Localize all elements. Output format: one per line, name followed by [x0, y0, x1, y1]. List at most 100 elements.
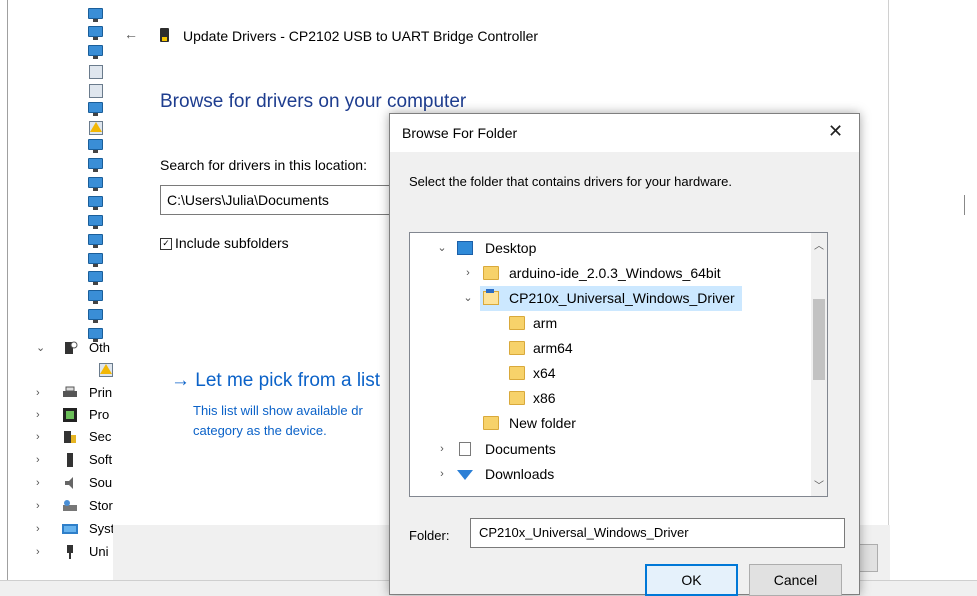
usb-icon — [62, 545, 78, 559]
network-adapter-icon[interactable] — [87, 177, 103, 191]
chevron-right-icon[interactable]: › — [36, 474, 46, 492]
pick-from-list-link[interactable]: → Let me pick from a list — [171, 370, 380, 392]
network-adapter-icon[interactable] — [87, 102, 103, 116]
tree-item-label: Documents — [485, 441, 556, 457]
usb-device-icon — [160, 28, 169, 42]
chevron-right-icon[interactable]: › — [436, 462, 448, 487]
network-adapter-icon[interactable] — [87, 26, 103, 40]
tree-item-x86[interactable]: x86 — [410, 386, 820, 411]
folder-icon — [483, 416, 499, 430]
tree-item-label: arm — [533, 315, 558, 331]
folder-icon — [483, 266, 499, 280]
folder-icon — [509, 391, 525, 405]
arrow-right-icon: → — [171, 370, 190, 391]
tree-item-cp210x[interactable]: CP210x_Universal_Windows_Driver — [480, 286, 742, 311]
chevron-right-icon[interactable]: › — [36, 406, 46, 424]
tree-item-arm[interactable]: arm — [410, 311, 820, 336]
folder-input[interactable]: CP210x_Universal_Windows_Driver — [470, 518, 845, 548]
tree-item-label: Desktop — [485, 240, 537, 256]
downloads-icon — [457, 470, 473, 480]
device-manager-border — [7, 0, 8, 580]
storage-controller-icon — [62, 499, 78, 513]
checkbox-checked-icon[interactable]: ✓ — [160, 238, 172, 251]
category-label: Pro — [89, 407, 110, 422]
folder-label: Folder: — [409, 528, 450, 543]
back-arrow-icon[interactable]: ← — [124, 26, 138, 42]
chevron-right-icon[interactable]: › — [436, 437, 448, 462]
tree-item-arduino[interactable]: › arduino-ide_2.0.3_Windows_64bit — [410, 261, 820, 286]
tree-scrollbar[interactable]: ︿ ﹀ — [811, 233, 827, 496]
category-label: Soft — [89, 452, 113, 467]
ok-button[interactable]: OK — [645, 564, 738, 596]
folder-tree[interactable]: ⌄ Desktop › arduino-ide_2.0.3_Windows_64… — [409, 232, 828, 497]
tree-item-new-folder[interactable]: New folder — [410, 411, 820, 436]
warning-device-icon[interactable] — [87, 120, 103, 135]
network-adapter-icon[interactable] — [87, 309, 103, 323]
tree-item-label: CP210x_Universal_Windows_Driver — [509, 290, 735, 306]
chevron-right-icon[interactable]: › — [36, 428, 46, 446]
warning-device-icon[interactable] — [97, 362, 113, 377]
software-device-icon — [62, 453, 78, 467]
network-adapter-icon[interactable] — [87, 234, 103, 248]
folder-icon — [509, 341, 525, 355]
window-title: Update Drivers - CP2102 USB to UART Brid… — [183, 28, 539, 44]
speaker-icon — [62, 476, 78, 490]
chevron-down-icon[interactable]: ⌄ — [436, 236, 448, 261]
processor-icon — [62, 408, 78, 422]
chevron-down-icon[interactable]: ⌄ — [462, 286, 474, 311]
network-adapter-icon[interactable] — [87, 158, 103, 172]
system-device-icon — [62, 522, 78, 536]
include-subfolders-checkbox[interactable]: ✓ Include subfolders — [160, 235, 289, 251]
tree-item-label: arm64 — [533, 340, 573, 356]
window-border — [888, 0, 889, 580]
pick-from-list-description: This list will show available dr categor… — [193, 403, 363, 438]
network-adapter-icon[interactable] — [87, 215, 103, 229]
chevron-down-icon[interactable]: ⌄ — [36, 339, 46, 357]
category-label: Stor — [89, 498, 113, 513]
chevron-right-icon[interactable]: › — [36, 384, 46, 402]
network-card-icon[interactable] — [87, 83, 103, 98]
cancel-button[interactable]: Cancel — [749, 564, 842, 596]
chevron-right-icon[interactable]: › — [36, 543, 46, 561]
tree-item-label: Downloads — [485, 466, 555, 482]
tree-item-downloads[interactable]: › Downloads — [410, 462, 820, 487]
folder-icon — [509, 366, 525, 380]
tree-item-x64[interactable]: x64 — [410, 361, 820, 386]
tree-item-arm64[interactable]: arm64 — [410, 336, 820, 361]
network-adapter-icon[interactable] — [87, 8, 103, 22]
category-label: Oth — [89, 340, 110, 355]
tree-item-label: arduino-ide_2.0.3_Windows_64bit — [509, 265, 721, 281]
tree-item-desktop[interactable]: ⌄ Desktop — [410, 236, 820, 261]
dialog-title: Browse For Folder — [402, 125, 518, 141]
network-adapter-icon[interactable] — [87, 196, 103, 210]
network-adapter-icon[interactable] — [87, 271, 103, 285]
documents-icon — [459, 442, 471, 456]
scroll-up-icon[interactable]: ︿ — [814, 237, 824, 252]
network-adapter-icon[interactable] — [87, 253, 103, 267]
search-location-label: Search for drivers in this location: — [160, 157, 367, 173]
network-adapter-icon[interactable] — [87, 290, 103, 304]
network-adapter-icon[interactable] — [87, 45, 103, 59]
folder-icon — [509, 316, 525, 330]
dialog-instruction: Select the folder that contains drivers … — [409, 174, 732, 189]
browse-for-folder-dialog: Browse For Folder ✕ Select the folder th… — [389, 113, 860, 596]
chevron-right-icon[interactable]: › — [36, 520, 46, 538]
chevron-right-icon[interactable]: › — [36, 497, 46, 515]
tree-item-documents[interactable]: › Documents — [410, 437, 820, 462]
network-adapter-icon[interactable] — [87, 139, 103, 153]
category-label: Sec — [89, 429, 112, 444]
pick-from-list-label: Let me pick from a list — [195, 370, 381, 391]
scrollbar-thumb[interactable] — [813, 299, 825, 380]
close-icon[interactable]: ✕ — [828, 121, 843, 142]
tree-item-label: x64 — [533, 365, 556, 381]
category-label: Uni — [89, 544, 109, 559]
scroll-down-icon[interactable]: ﹀ — [814, 477, 824, 492]
folder-open-icon — [483, 289, 499, 305]
category-label: Syst — [89, 521, 115, 536]
chevron-right-icon[interactable]: › — [36, 451, 46, 469]
include-subfolders-label: Include subfolders — [175, 235, 289, 251]
driver-path-input[interactable]: C:\Users\Julia\Documents — [160, 185, 392, 215]
network-card-icon[interactable] — [87, 64, 103, 79]
unknown-device-icon — [62, 341, 78, 355]
chevron-right-icon[interactable]: › — [462, 261, 474, 286]
